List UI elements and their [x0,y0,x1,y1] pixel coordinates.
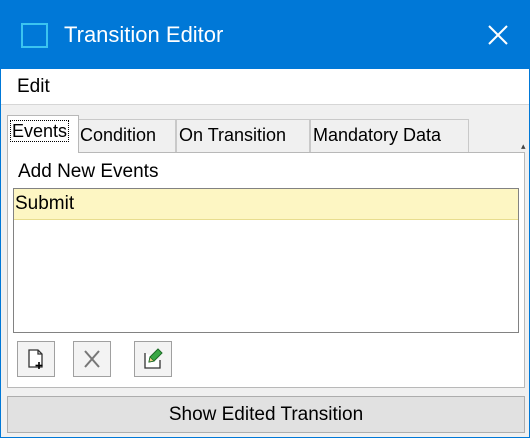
title-bar[interactable]: Transition Editor [1,1,529,69]
delete-x-icon [84,350,100,368]
event-list[interactable]: Submit [13,188,519,333]
tab-condition[interactable]: Condition [77,119,176,152]
menu-bar: Edit [1,69,529,105]
new-document-icon [28,349,43,369]
tab-label: Mandatory Data [313,125,442,145]
tab-mandatory-data[interactable]: Mandatory Data [310,119,469,152]
transition-editor-window: Transition Editor Edit Condition On Tran… [0,0,530,438]
tab-label: Events [10,120,70,142]
tab-label: Condition [80,125,157,145]
events-panel: Add New Events Submit [7,152,525,388]
menu-item-edit[interactable]: Edit [17,76,50,98]
list-item[interactable]: Submit [14,189,518,220]
tab-label: On Transition [179,125,287,145]
show-edited-transition-button[interactable]: Show Edited Transition [7,396,525,433]
window-app-icon [21,23,48,48]
window-title: Transition Editor [64,22,224,47]
edit-pencil-icon [144,348,163,369]
edit-event-button[interactable] [134,341,172,377]
add-new-events-label: Add New Events [18,161,159,182]
tab-on-transition[interactable]: On Transition [176,119,310,152]
close-button[interactable] [467,1,529,69]
tab-events[interactable]: Events [7,115,79,153]
add-event-button[interactable] [17,341,55,377]
delete-event-button[interactable] [73,341,111,377]
close-icon [488,25,508,45]
